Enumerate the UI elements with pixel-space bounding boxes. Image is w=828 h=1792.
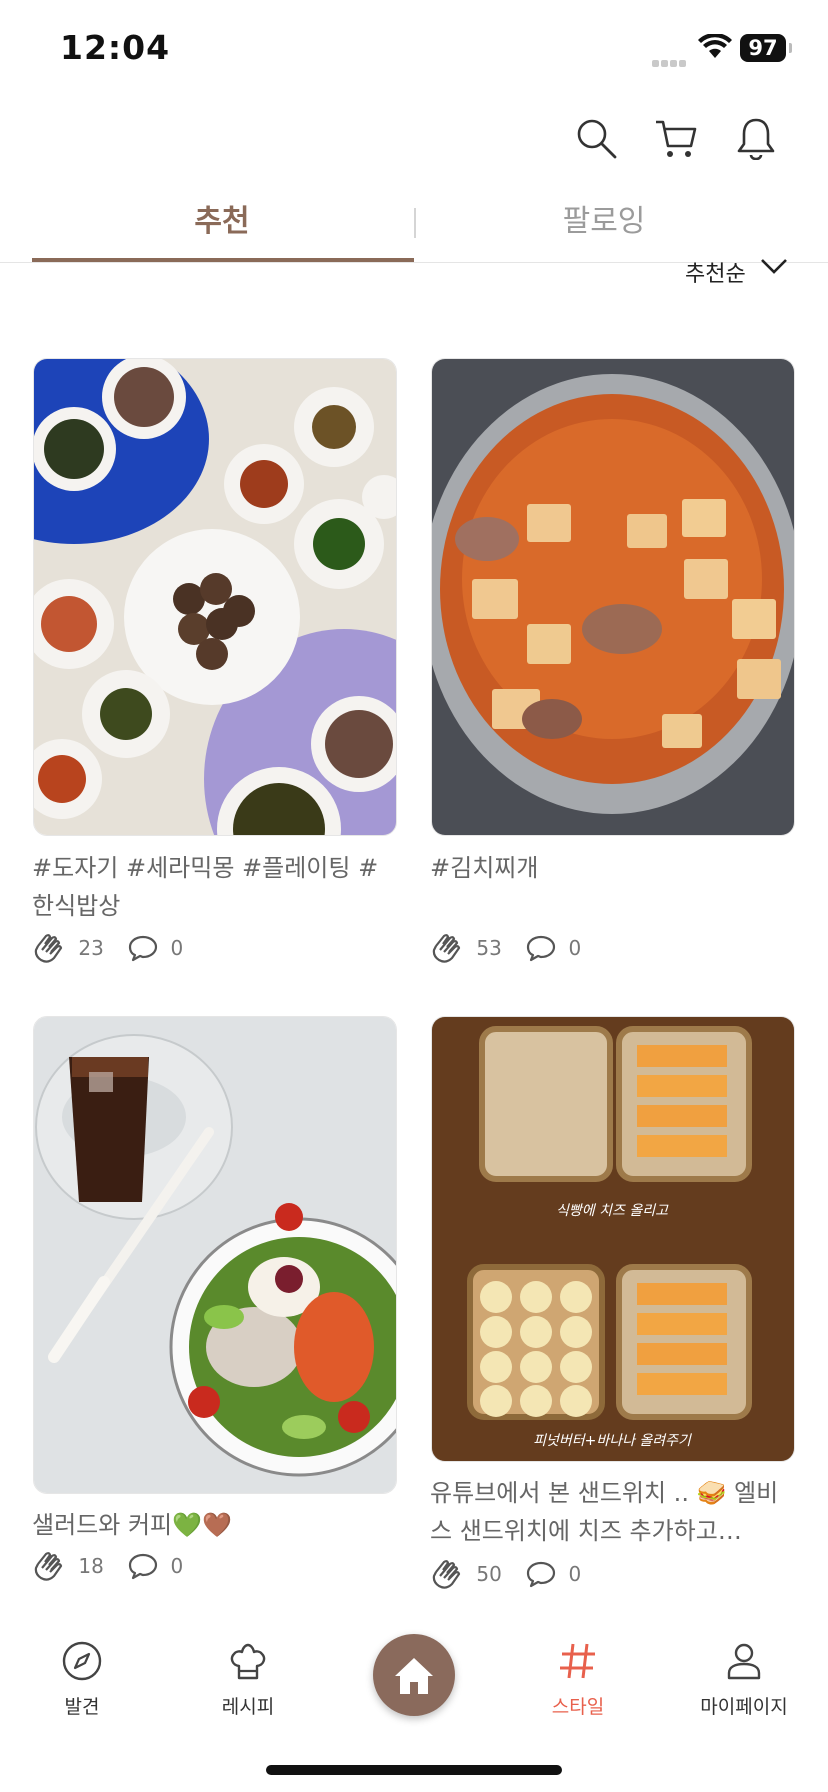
clap-icon[interactable] xyxy=(430,932,464,964)
chevron-down-icon[interactable] xyxy=(760,258,788,280)
cellular-signal-icon xyxy=(652,52,688,71)
clap-icon[interactable] xyxy=(32,1550,66,1582)
search-icon[interactable] xyxy=(574,116,618,160)
comment-icon[interactable] xyxy=(128,1552,158,1580)
post-caption[interactable]: 샐러드와 커피💚🤎 xyxy=(32,1506,394,1544)
tab-following[interactable]: 팔로잉 xyxy=(464,196,744,240)
bell-icon[interactable] xyxy=(734,116,778,161)
post-caption[interactable]: 유튜브에서 본 샌드위치 .. 🥪 엘비스 샌드위치에 치즈 추가하고… xyxy=(430,1474,792,1550)
clap-icon[interactable] xyxy=(430,1558,464,1590)
comment-count: 0 xyxy=(568,1562,582,1586)
clap-icon[interactable] xyxy=(32,932,66,964)
post-caption[interactable]: #도자기 #세라믹몽 #플레이팅 #한식밥상 xyxy=(32,849,394,925)
nav-mypage[interactable]: 마이페이지 xyxy=(684,1640,804,1719)
hashtag-icon xyxy=(560,1643,595,1679)
chef-hat-icon xyxy=(230,1643,266,1680)
nav-label: 레시피 xyxy=(221,1696,275,1718)
post-image-salad-coffee[interactable] xyxy=(33,1016,397,1494)
tab-recommended[interactable]: 추천 xyxy=(82,196,362,240)
tab-divider xyxy=(414,208,416,238)
comment-icon[interactable] xyxy=(526,1560,556,1588)
sort-dropdown-label[interactable]: 추천순 xyxy=(685,256,746,288)
nav-label: 마이페이지 xyxy=(700,1696,788,1718)
compass-icon xyxy=(62,1641,102,1681)
nav-style[interactable]: 스타일 xyxy=(518,1640,638,1719)
clap-count: 53 xyxy=(476,936,502,960)
battery-indicator: 97 xyxy=(740,34,786,62)
battery-tip xyxy=(789,43,792,53)
post-meta: 53 0 xyxy=(430,932,599,964)
post-meta: 50 0 xyxy=(430,1558,599,1590)
comment-count: 0 xyxy=(170,1554,184,1578)
comment-count: 0 xyxy=(170,936,184,960)
home-icon xyxy=(395,1658,433,1694)
image-text-bottom: 피넛버터+바나나 올려주기 xyxy=(533,1433,692,1449)
post-image-kimchi-stew[interactable] xyxy=(431,358,795,836)
post-image-sandwich[interactable]: 식빵에 치즈 올리고 피넛버터+바나나 올려주기 xyxy=(431,1016,795,1462)
comment-icon[interactable] xyxy=(128,934,158,962)
post-image-korean-meal[interactable] xyxy=(33,358,397,836)
nav-discover[interactable]: 발견 xyxy=(22,1640,142,1719)
clap-count: 18 xyxy=(78,1554,104,1578)
person-icon xyxy=(727,1643,761,1680)
comment-count: 0 xyxy=(568,936,582,960)
nav-recipe[interactable]: 레시피 xyxy=(188,1640,308,1719)
post-caption[interactable]: #김치찌개 xyxy=(430,849,792,887)
home-indicator xyxy=(266,1765,562,1775)
nav-label: 발견 xyxy=(64,1696,100,1718)
comment-icon[interactable] xyxy=(526,934,556,962)
image-text-top: 식빵에 치즈 올리고 xyxy=(556,1203,669,1219)
cart-icon[interactable] xyxy=(654,116,698,160)
home-button[interactable] xyxy=(373,1634,455,1716)
clap-count: 23 xyxy=(78,936,104,960)
wifi-icon xyxy=(698,32,732,64)
status-time: 12:04 xyxy=(60,28,171,67)
clap-count: 50 xyxy=(476,1562,502,1586)
post-meta: 23 0 xyxy=(32,932,201,964)
post-meta: 18 0 xyxy=(32,1550,201,1582)
nav-label: 스타일 xyxy=(551,1696,605,1718)
